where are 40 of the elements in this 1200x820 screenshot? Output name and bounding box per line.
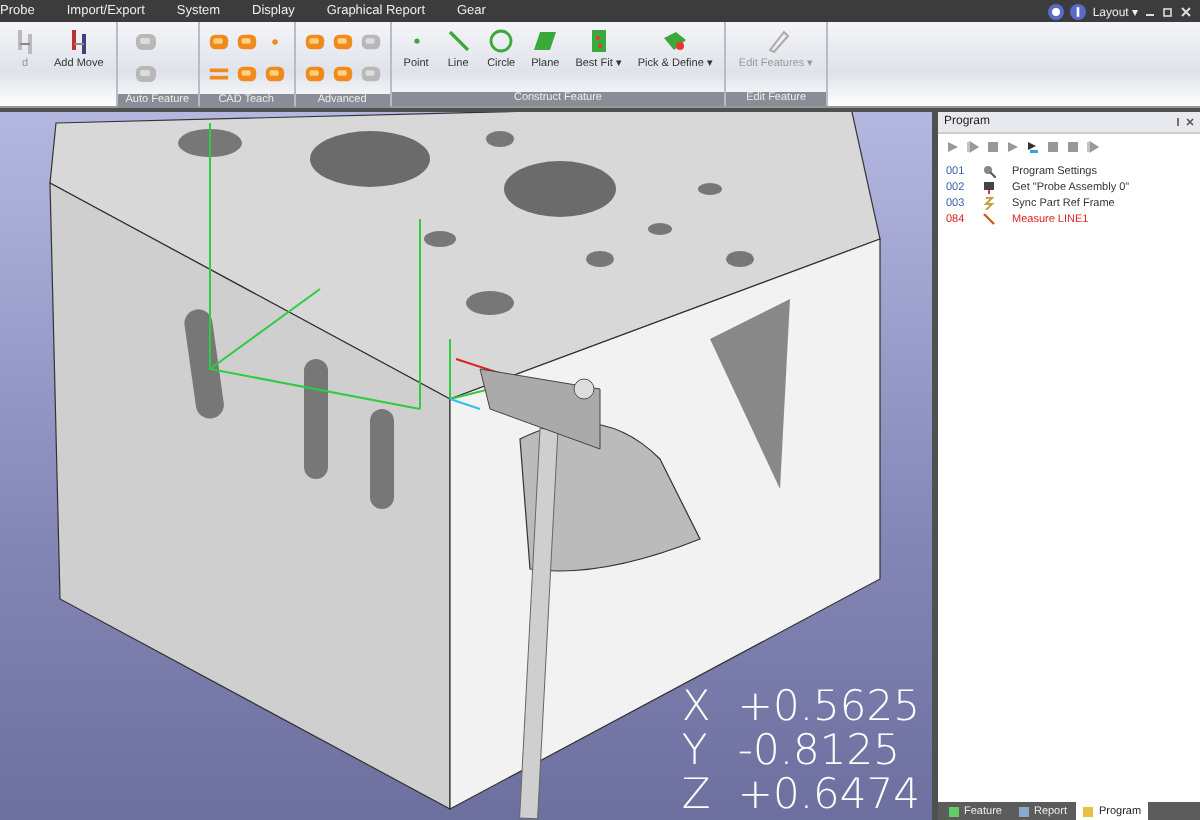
magnifier-icon	[982, 164, 996, 178]
shape-icon[interactable]	[263, 62, 286, 86]
shape-icon[interactable]	[303, 30, 326, 54]
shape-icon[interactable]	[331, 30, 354, 54]
probe-icon	[982, 180, 996, 194]
square-icon[interactable]	[1046, 140, 1060, 154]
tab-icon	[1017, 805, 1030, 817]
circle-icon	[488, 28, 515, 54]
coordinate-value: +0.6474	[737, 772, 920, 816]
pen-icon	[763, 28, 790, 54]
plane-icon	[532, 28, 559, 54]
sync-icon	[982, 196, 996, 210]
shape-icon[interactable]	[331, 62, 354, 86]
axis-label: Z	[681, 772, 710, 816]
play-icon[interactable]	[946, 140, 960, 154]
step-icon[interactable]	[1086, 140, 1100, 154]
shape-icon[interactable]	[303, 62, 326, 86]
line-icon	[982, 212, 996, 226]
restore-icon[interactable]	[1162, 5, 1174, 17]
line-icon	[445, 28, 472, 54]
shape-icon[interactable]	[235, 62, 258, 86]
tab-icon	[1082, 805, 1095, 817]
axis-label: X	[681, 684, 710, 728]
shape-icon[interactable]	[207, 30, 230, 54]
shape-icon[interactable]	[235, 30, 258, 54]
info-icon[interactable]	[1070, 3, 1087, 19]
marker-icon[interactable]	[1026, 140, 1040, 154]
coordinate-value: -0.8125	[737, 728, 900, 772]
stop-icon[interactable]	[986, 140, 1000, 154]
help-icon[interactable]	[1048, 3, 1065, 19]
axis-label: Y	[681, 728, 710, 772]
move-icon	[12, 28, 38, 54]
step-icon[interactable]	[966, 140, 980, 154]
coordinate-value: +0.5625	[737, 684, 920, 728]
pick-icon	[662, 28, 689, 54]
square-icon[interactable]	[1066, 140, 1080, 154]
tab-icon	[948, 805, 960, 817]
close-icon[interactable]	[1180, 5, 1192, 17]
play-icon[interactable]	[1006, 140, 1020, 154]
pin-close-icon[interactable]	[1174, 116, 1194, 128]
